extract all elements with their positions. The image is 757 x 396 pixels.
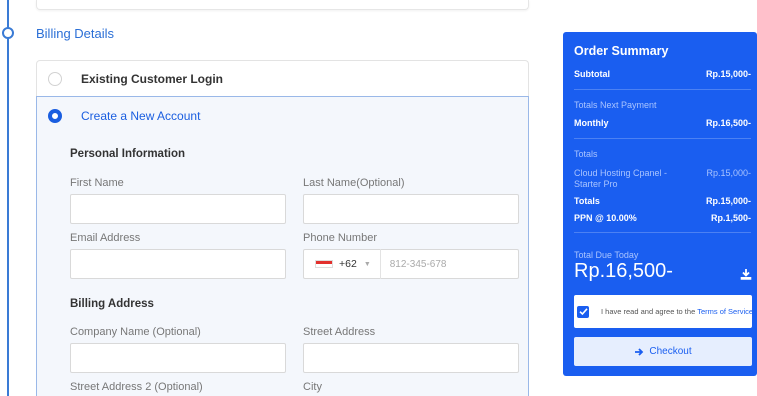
item-name: Cloud Hosting Cpanel - Starter Pro bbox=[574, 168, 668, 190]
monthly-value: Rp.16,500- bbox=[705, 118, 751, 128]
checkout-page: Billing Details Existing Customer Login … bbox=[0, 0, 757, 396]
subtotal-label: Subtotal bbox=[574, 69, 610, 79]
terms-text: I have read and agree to the Terms of Se… bbox=[601, 307, 753, 316]
email-input[interactable] bbox=[70, 249, 286, 279]
monthly-row: Monthly Rp.16,500- bbox=[574, 118, 751, 128]
next-payment-heading-text: Totals Next Payment bbox=[574, 100, 657, 110]
country-code[interactable]: +62 bbox=[339, 258, 357, 270]
totals-heading-text: Totals bbox=[574, 149, 598, 159]
subtotal-row: Subtotal Rp.15,000- bbox=[574, 69, 751, 79]
terms-of-service-link[interactable]: Terms of Service bbox=[697, 307, 753, 316]
chevron-down-icon[interactable]: ▼ bbox=[364, 261, 371, 268]
phone-label: Phone Number bbox=[303, 232, 377, 244]
item-value: Rp.15,000- bbox=[706, 168, 751, 178]
email-label: Email Address bbox=[70, 232, 141, 244]
last-name-input[interactable] bbox=[303, 194, 519, 224]
subtotal-value: Rp.15,000- bbox=[705, 69, 751, 79]
totals-row: Totals Rp.15,000- bbox=[574, 196, 751, 206]
billing-details-title: Billing Details bbox=[36, 26, 115, 41]
street-input[interactable] bbox=[303, 343, 519, 373]
tax-label: PPN @ 10.00% bbox=[574, 213, 637, 223]
terms-checkbox[interactable] bbox=[577, 305, 589, 318]
totals-value: Rp.15,000- bbox=[705, 196, 751, 206]
due-today-value: Rp.16,500- bbox=[574, 260, 673, 282]
create-account-option[interactable]: Create a New Account bbox=[37, 97, 528, 135]
divider bbox=[574, 138, 751, 139]
tax-value: Rp.1,500- bbox=[710, 213, 751, 223]
totals-label: Totals bbox=[574, 196, 600, 206]
order-summary-panel: Order Summary Subtotal Rp.15,000- Totals… bbox=[563, 32, 757, 376]
tax-row: PPN @ 10.00% Rp.1,500- bbox=[574, 213, 751, 223]
phone-placeholder: 812-345-678 bbox=[389, 258, 447, 270]
arrow-right-icon bbox=[635, 347, 644, 356]
order-summary-title: Order Summary bbox=[574, 44, 669, 58]
monthly-label: Monthly bbox=[574, 118, 609, 128]
checkmark-icon bbox=[578, 308, 588, 316]
checkout-button[interactable]: Checkout bbox=[574, 337, 752, 366]
timeline-step-dot bbox=[2, 27, 14, 39]
create-account-label: Create a New Account bbox=[81, 109, 201, 123]
phone-divider bbox=[379, 249, 381, 279]
last-name-label: Last Name(Optional) bbox=[303, 177, 405, 189]
phone-input[interactable]: +62 ▼ 812-345-678 bbox=[303, 249, 519, 279]
personal-info-title: Personal Information bbox=[70, 148, 186, 160]
first-name-input[interactable] bbox=[70, 194, 286, 224]
street2-label: Street Address 2 (Optional) bbox=[70, 381, 203, 393]
checkout-label: Checkout bbox=[649, 346, 692, 357]
first-name-label: First Name bbox=[70, 177, 124, 189]
city-label: City bbox=[303, 381, 322, 393]
company-input[interactable] bbox=[70, 343, 286, 373]
terms-text-label: I have read and agree to the bbox=[601, 307, 696, 316]
street-label: Street Address bbox=[303, 326, 376, 338]
company-label: Company Name (Optional) bbox=[70, 326, 201, 338]
item-row: Cloud Hosting Cpanel - Starter Pro Rp.15… bbox=[574, 168, 751, 191]
existing-login-label: Existing Customer Login bbox=[81, 71, 224, 86]
divider bbox=[574, 232, 751, 233]
create-account-panel: Create a New Account Personal Informatio… bbox=[36, 96, 529, 396]
create-account-radio[interactable] bbox=[48, 109, 62, 123]
previous-section-card bbox=[36, 0, 529, 10]
timeline-line bbox=[7, 0, 9, 396]
due-today-row: Total Due Today bbox=[574, 250, 751, 260]
divider bbox=[574, 89, 751, 90]
next-payment-heading: Totals Next Payment bbox=[574, 100, 751, 110]
billing-address-title: Billing Address bbox=[70, 298, 154, 310]
totals-heading: Totals bbox=[574, 149, 751, 159]
existing-login-radio[interactable] bbox=[48, 71, 62, 86]
due-today-label: Total Due Today bbox=[574, 250, 639, 260]
indonesia-flag-icon bbox=[315, 260, 333, 268]
download-icon[interactable] bbox=[740, 268, 752, 280]
terms-agreement[interactable]: I have read and agree to the Terms of Se… bbox=[574, 295, 753, 328]
existing-customer-login-option[interactable]: Existing Customer Login bbox=[36, 60, 529, 96]
